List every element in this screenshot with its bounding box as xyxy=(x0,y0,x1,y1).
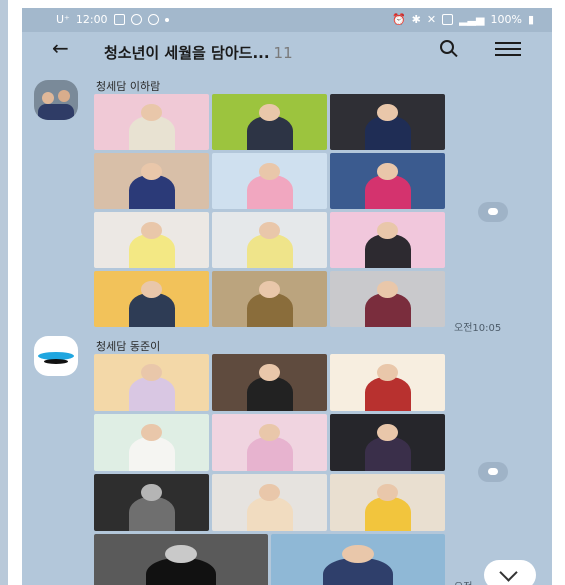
menu-icon[interactable] xyxy=(495,42,521,56)
photo-thumbnail[interactable] xyxy=(330,153,445,209)
more-notifications-icon xyxy=(164,17,169,22)
photo-thumbnail[interactable] xyxy=(212,354,327,411)
background-strip xyxy=(0,0,8,585)
photo-thumbnail[interactable] xyxy=(94,271,209,327)
share-icon[interactable] xyxy=(478,462,508,482)
avatar[interactable] xyxy=(34,80,78,120)
avatar[interactable] xyxy=(34,336,78,376)
scroll-down-button[interactable] xyxy=(484,560,536,585)
photo-thumbnail[interactable] xyxy=(330,354,445,411)
photo-thumbnail[interactable] xyxy=(212,94,327,150)
photo-thumbnail[interactable] xyxy=(94,354,209,411)
status-bar: U⁺ 12:00 ⏰ ✱ ✕ ▂▃▅ 100% ▮ xyxy=(22,8,552,32)
chat-title-text: 청소년이 세월을 담아드... xyxy=(104,44,270,62)
photo-thumbnail[interactable] xyxy=(94,414,209,471)
alarm-icon: ⏰ xyxy=(391,13,406,26)
photo-thumbnail[interactable] xyxy=(94,212,209,268)
bluetooth-icon: ✱ xyxy=(411,13,421,26)
battery-label: 100% xyxy=(490,13,522,26)
share-icon[interactable] xyxy=(478,202,508,222)
search-icon[interactable] xyxy=(440,40,454,54)
photo-thumbnail[interactable] xyxy=(94,153,209,209)
photo-thumbnail[interactable] xyxy=(212,153,327,209)
chat-notification-icon xyxy=(130,14,142,25)
sender-name: 청세담 동준이 xyxy=(96,340,161,353)
clock: 12:00 xyxy=(75,13,108,26)
photo-grid xyxy=(94,534,445,585)
app-notification-icon xyxy=(147,14,159,25)
carrier-label: U⁺ xyxy=(56,13,70,26)
network-icon xyxy=(442,14,454,25)
message-time: 오전 xyxy=(454,578,472,585)
photo-thumbnail[interactable] xyxy=(94,94,209,150)
photo-thumbnail[interactable] xyxy=(212,212,327,268)
photo-thumbnail[interactable] xyxy=(212,414,327,471)
app-bar: ← 청소년이 세월을 담아드... 11 xyxy=(22,32,552,72)
chat-screen: U⁺ 12:00 ⏰ ✱ ✕ ▂▃▅ 100% ▮ ← 청소년이 세월을 담아드… xyxy=(22,8,552,585)
message-time: 오전10:05 xyxy=(454,323,502,334)
mute-icon: ✕ xyxy=(426,13,437,26)
photo-thumbnail[interactable] xyxy=(330,94,445,150)
photo-thumbnail[interactable] xyxy=(330,474,445,531)
chat-title: 청소년이 세월을 담아드... 11 xyxy=(104,42,293,63)
battery-icon: ▮ xyxy=(527,13,534,26)
back-arrow-icon[interactable]: ← xyxy=(52,36,69,60)
photo-thumbnail[interactable] xyxy=(212,474,327,531)
photo-grid xyxy=(94,354,445,531)
sender-name: 청세담 이하람 xyxy=(96,80,161,93)
photo-grid xyxy=(94,94,445,327)
photo-thumbnail[interactable] xyxy=(212,271,327,327)
photo-thumbnail[interactable] xyxy=(94,534,268,585)
photo-thumbnail[interactable] xyxy=(330,414,445,471)
chevron-down-icon xyxy=(499,563,518,582)
gallery-icon xyxy=(113,14,125,25)
photo-thumbnail[interactable] xyxy=(330,212,445,268)
photo-thumbnail[interactable] xyxy=(94,474,209,531)
photo-thumbnail[interactable] xyxy=(330,271,445,327)
photo-thumbnail[interactable] xyxy=(271,534,445,585)
signal-icon: ▂▃▅ xyxy=(459,13,485,26)
member-count: 11 xyxy=(273,44,293,62)
